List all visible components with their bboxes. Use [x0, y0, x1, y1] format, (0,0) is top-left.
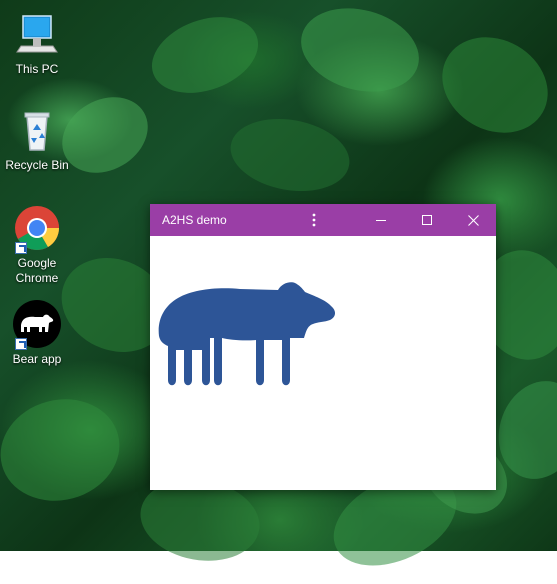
kebab-menu-icon — [312, 213, 316, 227]
desktop-icon-label: Google Chrome — [15, 256, 59, 285]
computer-icon — [13, 10, 61, 58]
desktop-icon-label: Recycle Bin — [5, 158, 69, 172]
chrome-icon — [13, 204, 61, 254]
desktop-icon-google-chrome[interactable]: Google Chrome — [1, 204, 73, 286]
minimize-icon — [376, 220, 386, 221]
app-content — [150, 236, 496, 490]
window-title: A2HS demo — [162, 213, 227, 227]
recycle-bin-icon — [13, 106, 61, 154]
desktop-icon-bear-app[interactable]: Bear app — [1, 300, 73, 367]
minimize-button[interactable] — [358, 204, 404, 236]
app-menu-button[interactable] — [291, 204, 337, 236]
shortcut-arrow-icon — [15, 338, 27, 350]
close-icon — [467, 214, 479, 226]
desktop-icon-this-pc[interactable]: This PC — [1, 10, 73, 77]
shortcut-arrow-icon — [15, 242, 27, 254]
bear-app-icon — [13, 300, 61, 350]
desktop-icon-label: Bear app — [12, 352, 62, 366]
title-bar[interactable]: A2HS demo — [150, 204, 496, 236]
bear-icon — [158, 282, 336, 386]
desktop-icon-recycle-bin[interactable]: Recycle Bin — [1, 106, 73, 173]
close-button[interactable] — [450, 204, 496, 236]
app-window: A2HS demo — [150, 204, 496, 490]
desktop-icon-label: This PC — [15, 62, 59, 76]
maximize-button[interactable] — [404, 204, 450, 236]
maximize-icon — [422, 215, 432, 225]
